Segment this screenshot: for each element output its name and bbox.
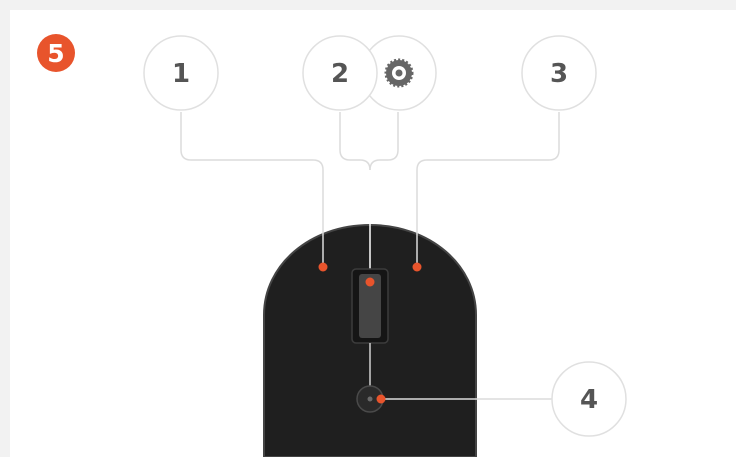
accent-dot-dpi-button <box>376 394 386 404</box>
callout-2: 2 <box>302 35 378 111</box>
leader-line-2a <box>339 112 371 171</box>
callout-label-1: 1 <box>172 59 190 89</box>
step-badge-label: 5 <box>47 39 64 68</box>
diagram-canvas: 1 2 3 4 5 <box>10 10 736 457</box>
callout-1: 1 <box>143 35 219 111</box>
callout-3: 3 <box>521 35 597 111</box>
leader-line-1 <box>180 112 324 267</box>
dpi-button-center <box>367 396 373 402</box>
gear-icon <box>384 58 414 88</box>
accent-dot-scroll-wheel <box>365 277 375 287</box>
callout-4: 4 <box>551 361 627 437</box>
callout-label-3: 3 <box>550 59 568 89</box>
accent-dot-right-button <box>412 262 422 272</box>
leader-line-2b <box>369 112 399 171</box>
callout-label-4: 4 <box>580 385 598 415</box>
leader-line-3 <box>416 112 560 267</box>
mouse-diagram: 1 2 3 4 5 <box>37 34 627 457</box>
accent-dot-left-button <box>318 262 328 272</box>
callout-label-2: 2 <box>331 59 349 89</box>
step-badge: 5 <box>37 34 75 72</box>
